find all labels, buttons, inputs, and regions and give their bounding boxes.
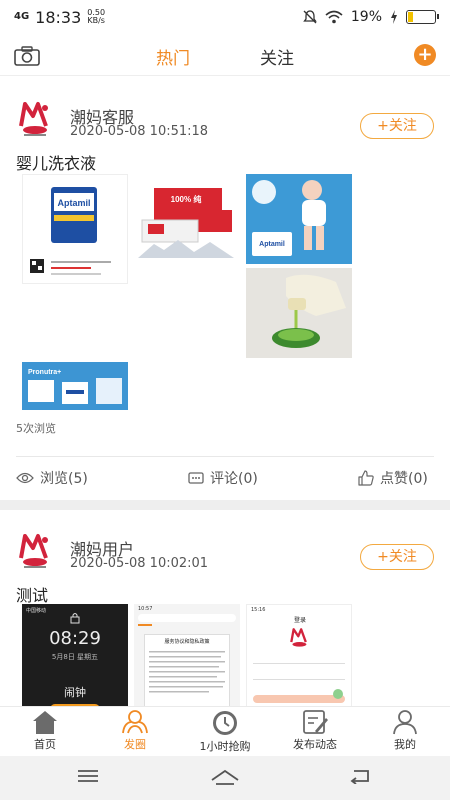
tab-hot[interactable]: 热门: [156, 44, 190, 69]
tab-post-update[interactable]: 发布动态: [270, 707, 360, 757]
post-separator: [0, 500, 450, 510]
edit-icon: [303, 710, 328, 734]
comment-icon: [188, 472, 204, 484]
comment-button[interactable]: 评论(0): [188, 468, 258, 488]
dialog-box: 服务协议和隐私政策: [144, 634, 230, 708]
svg-text:Aptamil: Aptamil: [259, 241, 285, 248]
avatar[interactable]: [18, 100, 54, 138]
browse-button[interactable]: 浏览(5): [16, 468, 88, 488]
mini-tab: [138, 624, 152, 626]
lock-icon: [70, 613, 80, 624]
avatar[interactable]: [18, 532, 54, 570]
battery-icon: [406, 10, 439, 24]
svg-text:Aptamil: Aptamil: [57, 198, 90, 208]
svg-text:100% 纯: 100% 纯: [171, 194, 202, 204]
follow-button[interactable]: +关注: [360, 544, 434, 570]
post-card: 潮妈用户 2020-05-08 10:02:01 +关注 测试 中国移动 08:…: [0, 512, 450, 708]
post-image-aptamil[interactable]: Aptamil: [22, 174, 128, 284]
user-icon: [393, 710, 417, 735]
post-image-baby-ad[interactable]: Aptamil: [246, 174, 352, 264]
menu-icon[interactable]: [78, 768, 98, 784]
circle-icon: [122, 710, 148, 734]
post-timestamp: 2020-05-08 10:51:18: [70, 124, 209, 139]
add-post-button[interactable]: +: [414, 44, 436, 66]
browse-count: 浏览(5): [40, 471, 88, 487]
top-nav: 热门 关注 +: [0, 38, 450, 76]
login-button-mini: [253, 695, 345, 703]
system-nav-bar: [0, 756, 450, 800]
battery-level: [408, 12, 414, 22]
tab-flash-sale[interactable]: 1小时抢购: [180, 707, 270, 757]
post-actions: 浏览(5) 评论(0) 点赞(0): [0, 468, 450, 490]
post-image-privacy-dialog[interactable]: 10:57 服务协议和隐私政策: [134, 604, 240, 708]
tab-mine[interactable]: 我的: [360, 707, 450, 757]
post-timestamp: 2020-05-08 10:02:01: [70, 556, 209, 571]
divider: [16, 456, 434, 457]
mute-icon: [303, 10, 317, 24]
post-image-detergent[interactable]: [246, 268, 352, 358]
post-title: 测试: [16, 586, 49, 605]
comment-count: 评论(0): [210, 471, 258, 487]
home-nav-icon[interactable]: [210, 768, 240, 786]
bottom-tab-bar: 首页 发圈 1小时抢购 发布动态 我的: [0, 706, 450, 756]
post-title: 婴儿洗衣液: [16, 154, 97, 173]
network-indicator: 4G: [14, 11, 30, 22]
like-button[interactable]: 点赞(0): [358, 468, 428, 488]
thumbs-up-icon: [358, 470, 374, 486]
back-icon[interactable]: [350, 768, 372, 784]
status-time: 18:33: [35, 7, 82, 27]
battery-percent: 19%: [350, 9, 382, 25]
status-bar: 4G 18:33 0.50 KB/s 19%: [0, 0, 450, 34]
camera-icon[interactable]: [14, 46, 40, 66]
mini-search: [138, 614, 236, 622]
post-image-login[interactable]: 15:16 登录: [246, 604, 352, 708]
wifi-icon: [325, 10, 343, 24]
eye-icon: [16, 472, 34, 484]
clock-icon: [213, 711, 237, 735]
network-speed: 0.50 KB/s: [87, 8, 106, 25]
tab-circle[interactable]: 发圈: [90, 707, 180, 757]
lock-alarm: 闹钟: [64, 686, 86, 699]
follow-button[interactable]: +关注: [360, 113, 434, 139]
post-image-pronutra[interactable]: Pronutra+: [22, 362, 128, 410]
like-count: 点赞(0): [380, 471, 428, 487]
post-image-wipes[interactable]: 100% 纯: [134, 174, 240, 266]
svg-text:Pronutra+: Pronutra+: [28, 369, 61, 376]
lock-time: 08:29: [49, 628, 101, 649]
charging-icon: [391, 10, 397, 24]
post-image-lockscreen[interactable]: 中国移动 08:29 5月8日 星期五 闹钟: [22, 604, 128, 708]
home-icon: [33, 711, 57, 734]
view-count: 5次浏览: [16, 422, 56, 435]
lock-date: 5月8日 星期五: [51, 653, 99, 661]
tab-home[interactable]: 首页: [0, 707, 90, 757]
tab-following[interactable]: 关注: [260, 44, 294, 69]
login-logo: [290, 628, 307, 647]
post-card: 潮妈客服 2020-05-08 10:51:18 +关注 婴儿洗衣液 Aptam…: [0, 90, 450, 502]
